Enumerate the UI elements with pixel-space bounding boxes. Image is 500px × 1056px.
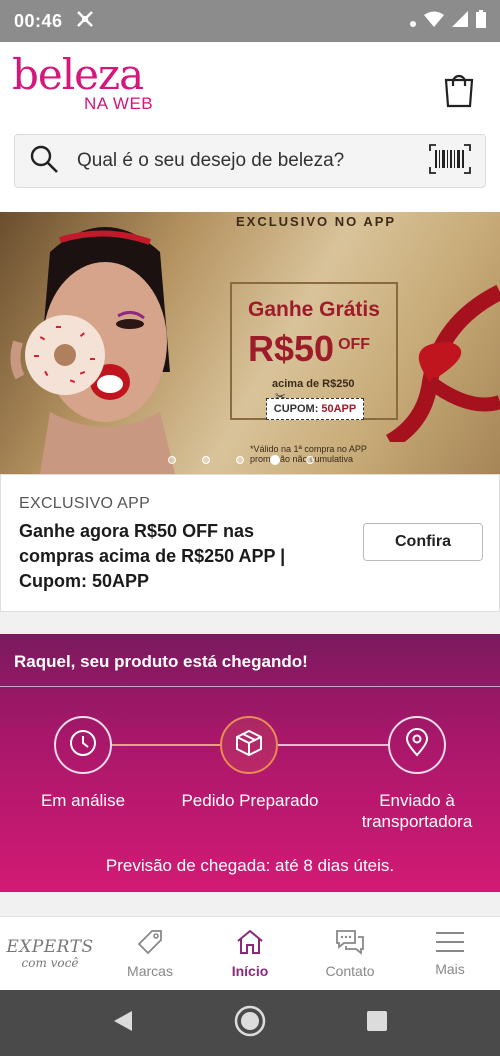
banner-amount-suffix: OFF xyxy=(338,336,371,353)
tracking-divider xyxy=(0,686,500,687)
home-icon xyxy=(235,928,265,959)
dot-icon xyxy=(410,11,416,32)
shopping-bag-icon[interactable] xyxy=(442,72,476,108)
tag-icon xyxy=(136,928,164,959)
carousel-dot[interactable] xyxy=(168,456,176,464)
status-bar: 00:46 xyxy=(0,0,500,42)
location-pin-icon xyxy=(402,727,432,763)
coupon-code: 50APP xyxy=(321,403,357,415)
logo-main-text: beleza xyxy=(12,50,144,99)
step-label: Enviado à transportadora xyxy=(361,791,473,831)
experts-logo: EXPERTS com você xyxy=(6,936,94,970)
nav-experts[interactable]: EXPERTS com você xyxy=(0,917,100,990)
bottom-navigation: EXPERTS com você Marcas Início Contato M… xyxy=(0,916,500,990)
package-icon xyxy=(234,728,264,763)
step-label: Em análise xyxy=(40,791,126,810)
banner-amount: R$50 OFF xyxy=(248,328,371,369)
system-navigation-bar xyxy=(0,990,500,1056)
barcode-scanner-icon[interactable] xyxy=(429,143,471,179)
banner-coupon: ✂ CUPOM: 50APP xyxy=(266,389,364,420)
confira-button[interactable]: Confira xyxy=(363,523,483,561)
notification-icon xyxy=(75,10,95,33)
search-input[interactable]: Qual é o seu desejo de beleza? xyxy=(77,150,429,172)
carousel-dot-active[interactable] xyxy=(270,455,280,465)
search-bar[interactable]: Qual é o seu desejo de beleza? xyxy=(14,134,486,188)
progress-line-pending xyxy=(278,744,388,746)
wifi-icon xyxy=(424,11,444,32)
battery-icon xyxy=(476,9,486,33)
recent-apps-icon[interactable] xyxy=(366,1010,388,1037)
nav-label: Mais xyxy=(435,961,465,977)
carousel-dot[interactable] xyxy=(202,456,210,464)
step-shipped-circle xyxy=(388,716,446,774)
nav-label: Início xyxy=(231,963,269,979)
logo-sub-text: NA WEB xyxy=(84,94,154,113)
promo-card-label: EXCLUSIVO APP xyxy=(19,495,151,512)
progress-line-completed xyxy=(112,744,222,746)
search-icon xyxy=(29,144,59,179)
banner-tag: EXCLUSIVO NO APP xyxy=(236,214,397,229)
menu-icon xyxy=(435,930,465,957)
chat-icon xyxy=(334,928,366,959)
banner-headline: Ganhe Grátis xyxy=(248,298,380,321)
nav-marcas[interactable]: Marcas xyxy=(100,917,200,990)
model-with-donut-image xyxy=(10,227,175,474)
back-icon[interactable] xyxy=(112,1009,134,1038)
step-analysis-circle xyxy=(54,716,112,774)
order-tracking-panel[interactable]: Raquel, seu produto está chegando! Em an… xyxy=(0,634,500,892)
home-circle-icon[interactable] xyxy=(234,1005,266,1042)
nav-mais[interactable]: Mais xyxy=(400,917,500,990)
carousel-dot[interactable] xyxy=(236,456,244,464)
ribbon-decoration xyxy=(385,284,500,442)
nav-label: Contato xyxy=(325,963,375,979)
promo-card-description: Ganhe agora R$50 OFF nas compras acima d… xyxy=(19,521,286,591)
signal-icon xyxy=(452,10,468,32)
status-time: 00:46 xyxy=(14,10,63,31)
carousel-dot[interactable] xyxy=(306,456,314,464)
nav-inicio[interactable]: Início xyxy=(200,917,300,990)
step-prepared-circle xyxy=(220,716,278,774)
spacer xyxy=(0,892,500,916)
promo-banner-carousel[interactable]: EXCLUSIVO NO APP Ganhe Grátis R$50 OFF ac… xyxy=(0,212,500,474)
clock-icon xyxy=(68,728,98,763)
step-label: Pedido Preparado xyxy=(181,791,319,810)
arrival-forecast: Previsão de chegada: até 8 dias úteis. xyxy=(105,856,395,875)
nav-contato[interactable]: Contato xyxy=(300,917,400,990)
tracking-title: Raquel, seu produto está chegando! xyxy=(14,652,308,671)
brand-logo[interactable]: beleza NA WEB xyxy=(12,54,153,114)
carousel-dots xyxy=(168,455,314,465)
nav-label: Marcas xyxy=(127,963,173,979)
promo-card: EXCLUSIVO APP Ganhe agora R$50 OFF nas c… xyxy=(0,474,500,612)
header: beleza NA WEB Qual é o seu desejo de bel… xyxy=(0,42,500,212)
scissors-icon: ✂ xyxy=(275,389,286,404)
